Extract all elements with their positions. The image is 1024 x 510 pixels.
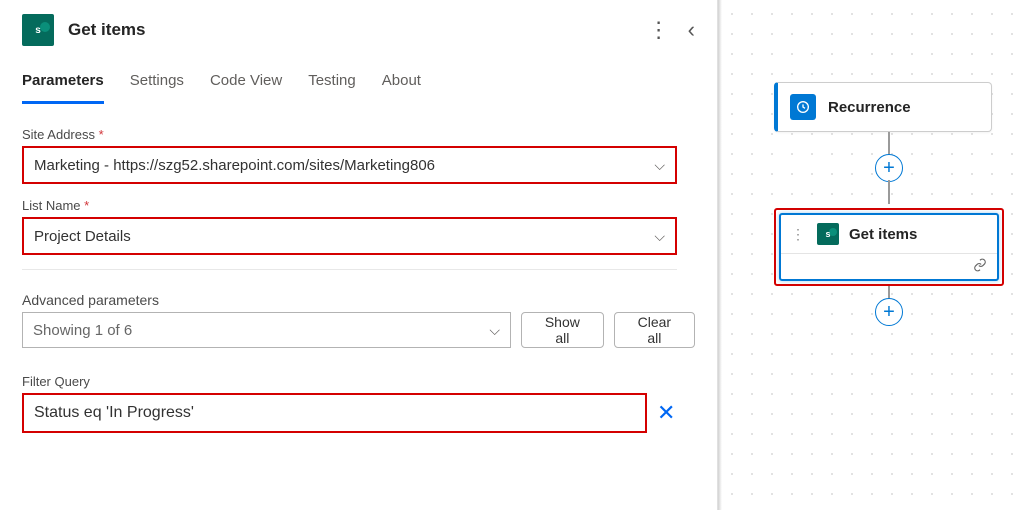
- filter-query-label: Filter Query: [22, 374, 695, 389]
- add-step-button[interactable]: +: [875, 298, 903, 326]
- chevron-down-icon: ⌵: [654, 157, 665, 174]
- tab-code-view[interactable]: Code View: [210, 68, 282, 104]
- site-address-value: Marketing - https://szg52.sharepoint.com…: [34, 157, 435, 174]
- panel-header: s Get items ⋮ ‹: [22, 14, 695, 46]
- site-address-dropdown[interactable]: Marketing - https://szg52.sharepoint.com…: [22, 146, 677, 184]
- link-icon[interactable]: [973, 258, 987, 275]
- node-get-items-highlight: ⋮ s Get items: [774, 208, 1004, 286]
- collapse-icon[interactable]: ‹: [688, 19, 695, 41]
- advanced-showing-value: Showing 1 of 6: [33, 322, 132, 339]
- node-get-items[interactable]: ⋮ s Get items: [779, 213, 999, 281]
- list-name-dropdown[interactable]: Project Details ⌵: [22, 217, 677, 255]
- node-get-items-label: Get items: [849, 226, 917, 243]
- filter-query-input[interactable]: [22, 393, 647, 433]
- connector-line: [888, 132, 890, 156]
- flow-canvas[interactable]: Recurrence + ⋮ s Get items: [718, 0, 1024, 510]
- config-panel: s Get items ⋮ ‹ Parameters Settings Code…: [0, 0, 718, 510]
- advanced-showing-dropdown[interactable]: Showing 1 of 6 ⌵: [22, 312, 511, 348]
- list-name-label: List Name *: [22, 198, 695, 213]
- drag-handle-icon[interactable]: ⋮: [791, 226, 805, 243]
- clear-filter-icon[interactable]: ✕: [657, 400, 675, 426]
- clear-all-button[interactable]: Clear all: [614, 312, 695, 348]
- list-name-value: Project Details: [34, 228, 131, 245]
- tab-about[interactable]: About: [382, 68, 421, 104]
- add-step-button[interactable]: +: [875, 154, 903, 182]
- tab-settings[interactable]: Settings: [130, 68, 184, 104]
- panel-title: Get items: [68, 20, 145, 40]
- node-recurrence[interactable]: Recurrence: [774, 82, 992, 132]
- node-recurrence-label: Recurrence: [828, 99, 911, 116]
- site-address-label: Site Address *: [22, 127, 695, 142]
- connector-line: [888, 180, 890, 204]
- sharepoint-icon: s: [817, 223, 839, 245]
- chevron-down-icon: ⌵: [489, 322, 500, 339]
- advanced-label: Advanced parameters: [22, 292, 695, 308]
- recurrence-icon: [790, 94, 816, 120]
- sharepoint-icon: s: [22, 14, 54, 46]
- chevron-down-icon: ⌵: [654, 228, 665, 245]
- show-all-button[interactable]: Show all: [521, 312, 604, 348]
- tab-strip: Parameters Settings Code View Testing Ab…: [22, 68, 695, 105]
- section-divider: [22, 269, 677, 270]
- more-icon[interactable]: ⋮: [648, 19, 670, 41]
- tab-testing[interactable]: Testing: [308, 68, 356, 104]
- tab-parameters[interactable]: Parameters: [22, 68, 104, 104]
